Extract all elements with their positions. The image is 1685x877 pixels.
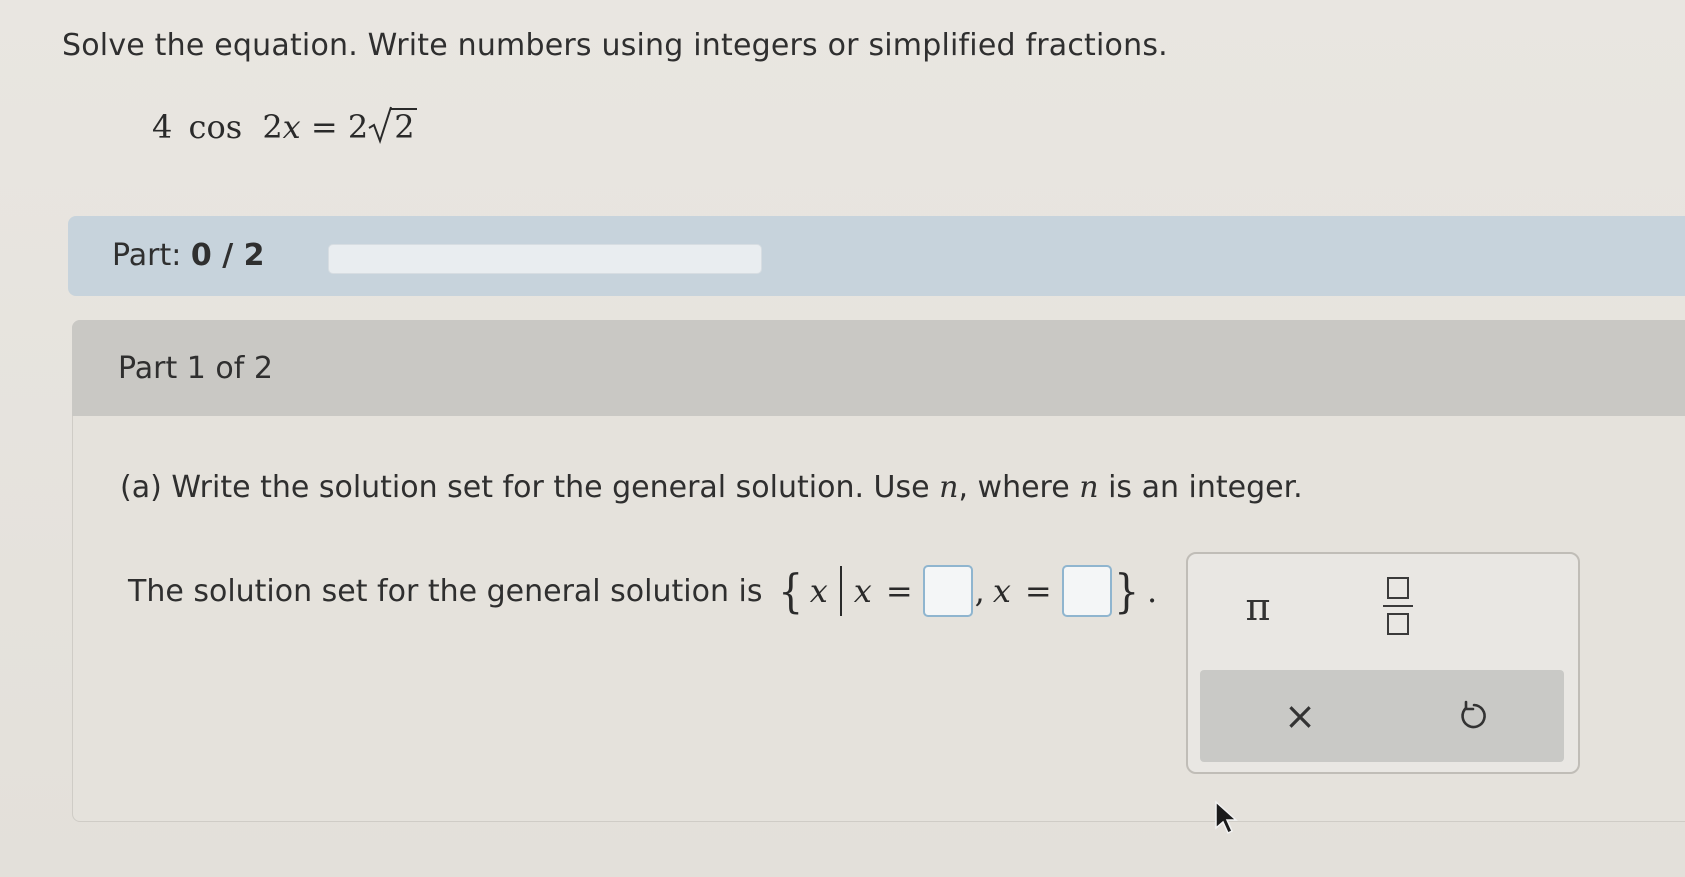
fraction-denominator-icon: [1387, 613, 1409, 635]
progress-label-text: Part:: [112, 238, 182, 273]
question-suffix: is an integer.: [1098, 470, 1303, 505]
set-variable: x: [809, 572, 828, 610]
equation-arg-coefficient: 2: [262, 108, 283, 146]
question-text: (a) Write the solution set for the gener…: [120, 470, 1303, 505]
fraction-icon: [1387, 577, 1409, 599]
solution-label: The solution set for the general solutio…: [128, 573, 763, 609]
progress-value: 0 / 2: [190, 238, 265, 273]
question-variable-n-2: n: [1079, 470, 1099, 505]
set-equals-2: =: [1024, 572, 1052, 610]
equation-function: cos: [188, 108, 243, 146]
set-period: .: [1146, 572, 1158, 610]
progress-bar-panel: [68, 216, 1685, 296]
undo-button[interactable]: [1434, 680, 1514, 752]
problem-equation: 4 cos 2x = 2 2: [152, 106, 417, 146]
answer-input-1[interactable]: [922, 565, 973, 617]
right-brace: }: [1113, 564, 1139, 618]
pi-button[interactable]: π: [1218, 574, 1298, 640]
radical-sign-icon: [368, 106, 393, 144]
equation-arg-variable: x: [282, 108, 301, 146]
mouse-pointer-icon: [1215, 800, 1238, 835]
solution-row: The solution set for the general solutio…: [128, 563, 1157, 619]
pi-label: π: [1245, 585, 1271, 629]
question-variable-n: n: [939, 470, 959, 505]
fraction-button[interactable]: [1358, 570, 1438, 642]
left-brace: {: [778, 564, 804, 618]
set-equals: =: [885, 572, 913, 610]
set-divider: [839, 566, 842, 616]
equation-coefficient: 4: [152, 108, 173, 146]
part-header: [72, 320, 1685, 416]
set-variable-3: x: [992, 572, 1011, 610]
clear-button[interactable]: ×: [1260, 680, 1340, 752]
problem-instructions: Solve the equation. Write numbers using …: [62, 28, 1168, 63]
progress-track: [328, 244, 762, 274]
math-palette: π ×: [1186, 552, 1580, 774]
solution-set: { x x = , x = } .: [776, 565, 1157, 617]
fraction-bar: [1383, 605, 1413, 607]
equation-rhs-coefficient: 2: [347, 108, 369, 146]
undo-icon: [1461, 700, 1486, 729]
question-prefix: (a) Write the solution set for the gener…: [120, 470, 940, 505]
part-header-label: Part 1 of 2: [118, 351, 273, 386]
set-variable-2: x: [853, 572, 872, 610]
radicand: 2: [390, 108, 417, 144]
clear-icon: ×: [1284, 694, 1316, 738]
progress-label: Part: 0 / 2: [112, 238, 264, 273]
answer-input-2[interactable]: [1061, 565, 1112, 617]
square-root: 2: [368, 106, 417, 146]
question-middle: , where: [958, 470, 1080, 505]
palette-actions: ×: [1200, 670, 1564, 762]
equation-equals: =: [310, 108, 338, 146]
set-comma: ,: [974, 572, 985, 610]
